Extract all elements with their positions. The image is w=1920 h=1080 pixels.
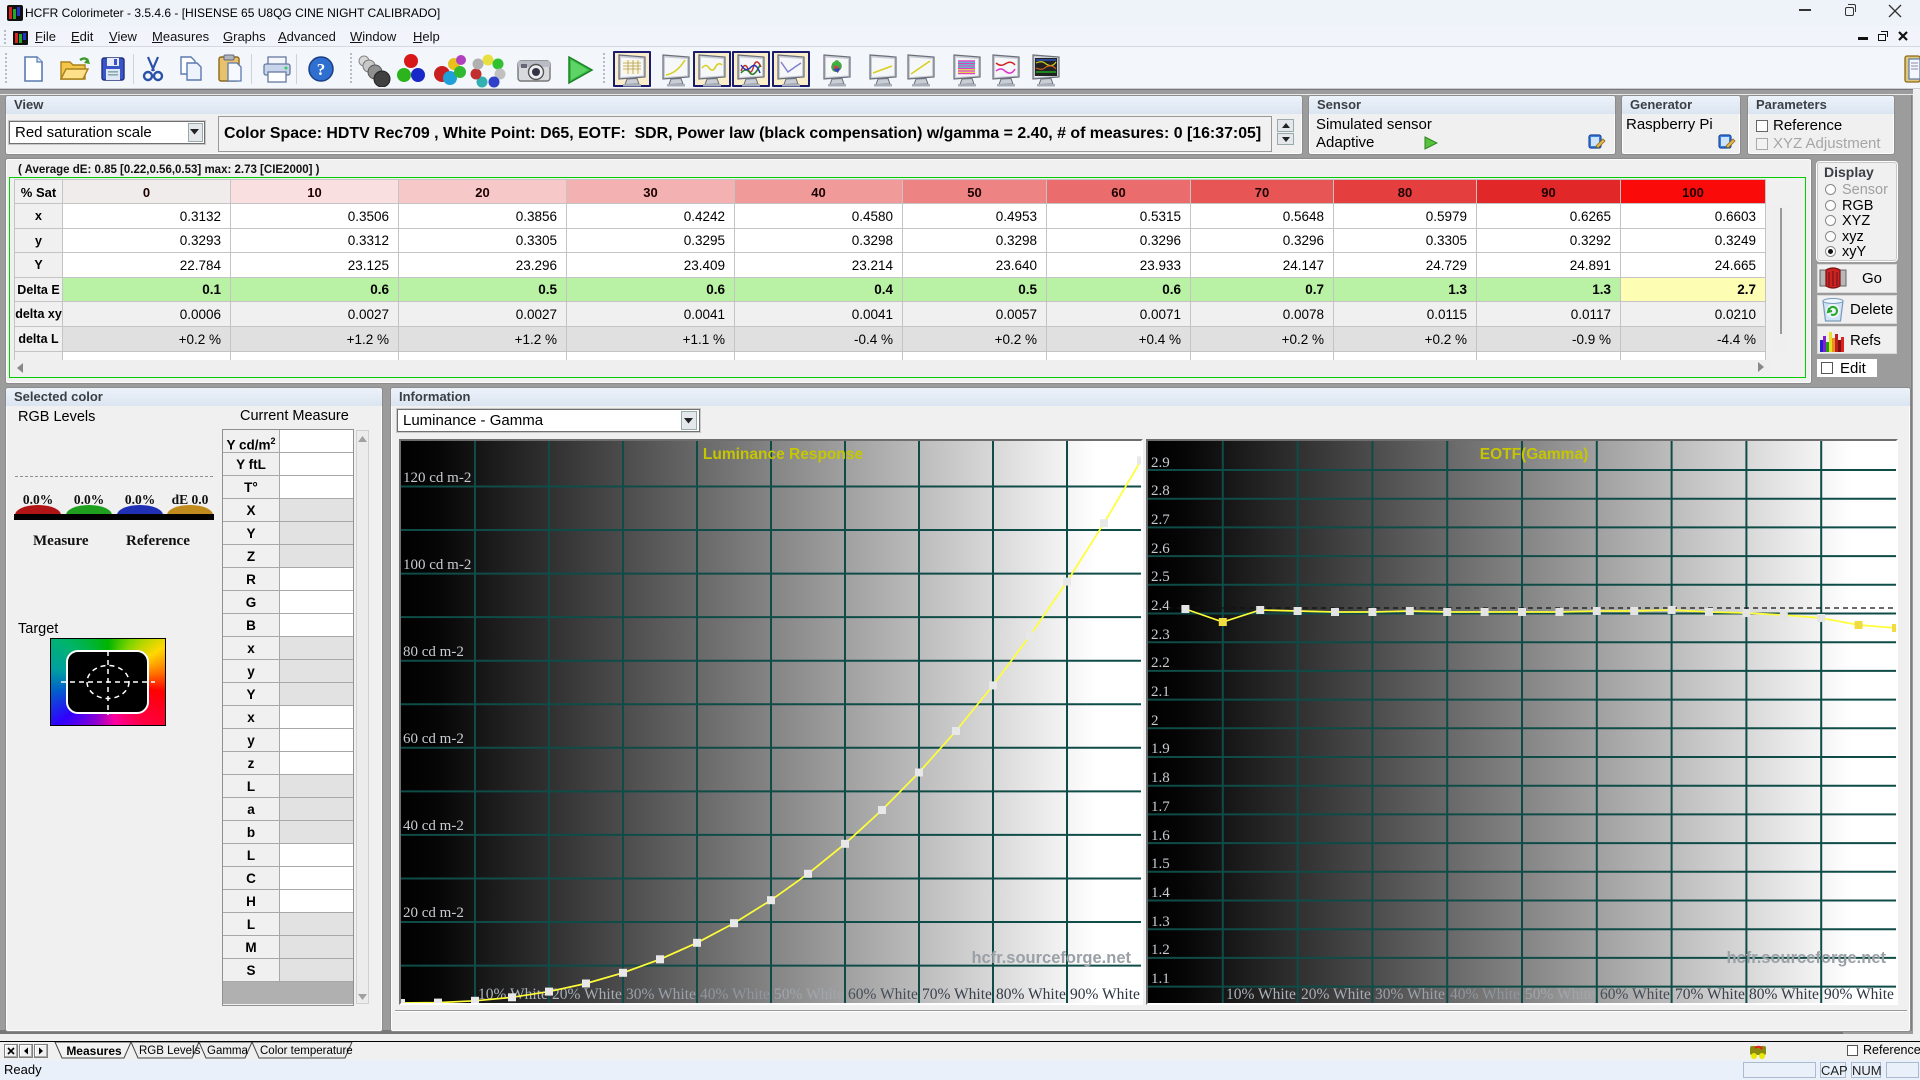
svg-text:Luminance Response: Luminance Response (703, 446, 864, 463)
svg-text:60% White: 60% White (1600, 986, 1670, 1003)
svg-text:90% White: 90% White (1070, 986, 1140, 1003)
svg-text:60% White: 60% White (848, 986, 918, 1003)
svg-text:1.8: 1.8 (1151, 770, 1170, 786)
svg-text:2.1: 2.1 (1151, 684, 1170, 700)
svg-text:hcfr.sourceforge.net: hcfr.sourceforge.net (971, 949, 1131, 967)
svg-text:40% White: 40% White (1450, 986, 1520, 1003)
svg-text:1.5: 1.5 (1151, 856, 1170, 872)
svg-text:50% White: 50% White (774, 986, 844, 1003)
svg-text:1.4: 1.4 (1151, 885, 1170, 901)
svg-text:80 cd m-2: 80 cd m-2 (403, 644, 464, 660)
svg-text:2.2: 2.2 (1151, 655, 1170, 671)
svg-text:1.2: 1.2 (1151, 942, 1170, 958)
svg-text:EOTF(Gamma): EOTF(Gamma) (1480, 446, 1589, 463)
svg-text:1.1: 1.1 (1151, 971, 1170, 987)
svg-text:2.5: 2.5 (1151, 569, 1170, 585)
svg-text:2.6: 2.6 (1151, 541, 1170, 557)
svg-text:30% White: 30% White (626, 986, 696, 1003)
svg-text:40 cd m-2: 40 cd m-2 (403, 818, 464, 834)
svg-text:30% White: 30% White (1375, 986, 1445, 1003)
svg-text:40% White: 40% White (700, 986, 770, 1003)
svg-text:20% White: 20% White (1301, 986, 1371, 1003)
svg-text:120 cd m-2: 120 cd m-2 (403, 470, 471, 486)
svg-text:1.7: 1.7 (1151, 799, 1170, 815)
svg-text:2.4: 2.4 (1151, 598, 1170, 614)
svg-text:90% White: 90% White (1824, 986, 1894, 1003)
svg-text:2.9: 2.9 (1151, 455, 1170, 471)
svg-text:?: ? (317, 60, 326, 79)
svg-text:1.9: 1.9 (1151, 741, 1170, 757)
svg-text:80% White: 80% White (996, 986, 1066, 1003)
svg-text:80% White: 80% White (1749, 986, 1819, 1003)
svg-text:hcfr.sourceforge.net: hcfr.sourceforge.net (1726, 949, 1886, 967)
svg-text:70% White: 70% White (1675, 986, 1745, 1003)
svg-text:1.3: 1.3 (1151, 914, 1170, 930)
svg-text:60 cd m-2: 60 cd m-2 (403, 731, 464, 747)
svg-text:2: 2 (1151, 713, 1159, 729)
svg-text:70% White: 70% White (922, 986, 992, 1003)
svg-text:2.7: 2.7 (1151, 512, 1170, 528)
svg-text:1.6: 1.6 (1151, 828, 1170, 844)
svg-text:50% White: 50% White (1525, 986, 1595, 1003)
svg-text:20 cd m-2: 20 cd m-2 (403, 905, 464, 921)
svg-text:10% White: 10% White (1226, 986, 1296, 1003)
svg-text:2.8: 2.8 (1151, 483, 1170, 499)
svg-text:2.3: 2.3 (1151, 627, 1170, 643)
svg-text:100 cd m-2: 100 cd m-2 (403, 557, 471, 573)
